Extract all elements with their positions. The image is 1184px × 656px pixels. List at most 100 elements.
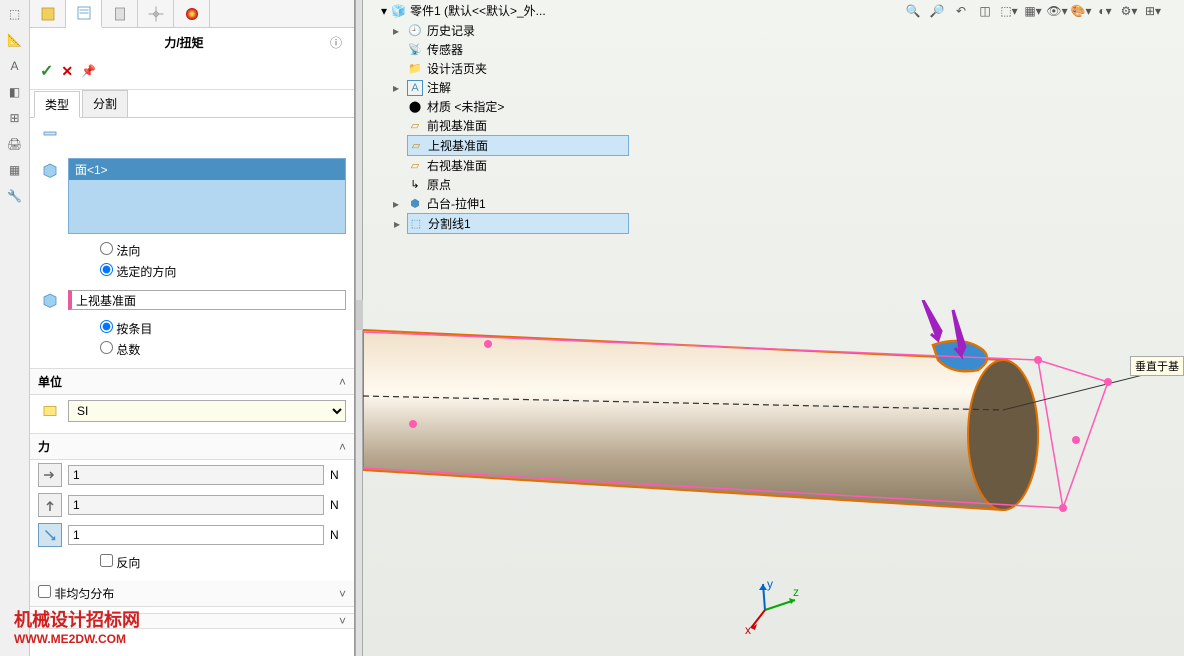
tree-annotations[interactable]: ▸A注解 — [407, 78, 629, 97]
cancel-button[interactable]: ✕ — [61, 63, 73, 80]
plane-icon: ▱ — [408, 138, 424, 154]
tree-front-plane[interactable]: ▱前视基准面 — [407, 116, 629, 135]
expand-arrow-icon[interactable]: ▸ — [394, 217, 404, 231]
material-icon: ⬤ — [407, 99, 423, 115]
force-x-icon[interactable] — [38, 463, 62, 487]
tree-root[interactable]: ▾ 🧊 零件1 (默认<<默认>_外... — [379, 0, 629, 21]
sensor-icon: 📡 — [407, 42, 423, 58]
panel-body: 面<1> 法向 选定的方向 按条目 总数 单位 ˄ SI 力 ˄ — [30, 118, 354, 656]
display-style-icon[interactable]: ▦▾ — [1022, 0, 1044, 22]
tab-feature-tree[interactable] — [30, 0, 66, 28]
tb-btn-2[interactable]: 📐 — [1, 28, 29, 52]
tree-origin[interactable]: ↳原点 — [407, 175, 629, 194]
tb-btn-4[interactable]: ◧ — [1, 80, 29, 104]
part-icon: 🧊 — [391, 4, 406, 18]
face-select-icon[interactable] — [38, 158, 62, 182]
tb-btn-3[interactable]: A — [1, 54, 29, 78]
force-unit-label: N — [330, 528, 346, 542]
tree-sensors[interactable]: 📡传感器 — [407, 40, 629, 59]
extrude-icon: ⬢ — [407, 196, 423, 212]
pin-button[interactable]: 📌 — [81, 64, 96, 78]
zoom-area-icon[interactable]: 🔎 — [926, 0, 948, 22]
tree-right-plane[interactable]: ▱右视基准面 — [407, 156, 629, 175]
panel-actions: ✓ ✕ 📌 — [30, 57, 354, 90]
force-x-input[interactable] — [68, 465, 324, 485]
triad-icon[interactable]: z x y — [743, 580, 803, 640]
svg-text:x: x — [745, 623, 751, 637]
plane-icon: ▱ — [407, 158, 423, 174]
non-uniform-header[interactable]: 非均匀分布 ˅ — [30, 581, 354, 607]
view-settings-icon[interactable]: ⚙▾ — [1118, 0, 1140, 22]
unit-section-header[interactable]: 单位 ˄ — [30, 368, 354, 395]
help-icon[interactable]: ⓘ — [330, 34, 342, 51]
direction-plane-input[interactable] — [68, 290, 346, 310]
tree-top-plane[interactable]: ▱上视基准面 — [407, 135, 629, 156]
force-section-header[interactable]: 力 ˄ — [30, 433, 354, 460]
radio-selected-dir[interactable]: 选定的方向 — [100, 261, 346, 282]
hide-show-icon[interactable]: 👁▾ — [1046, 0, 1068, 22]
origin-icon: ↳ — [407, 177, 423, 193]
tree-extrude[interactable]: ▸⬢凸台-拉伸1 — [407, 194, 629, 213]
force-z-icon[interactable] — [38, 523, 62, 547]
direction-ref-icon[interactable] — [38, 288, 62, 312]
annotation-icon: A — [407, 80, 423, 96]
tab-dimxpert[interactable] — [138, 0, 174, 28]
model-cylinder[interactable] — [363, 300, 1183, 560]
expand-arrow-icon[interactable]: ▸ — [393, 197, 403, 211]
view-layout-icon[interactable]: ⊞▾ — [1142, 0, 1164, 22]
watermark: 机械设计招标网 WWW.ME2DW.COM — [14, 606, 140, 646]
face-item[interactable]: 面<1> — [69, 159, 345, 180]
radio-total[interactable]: 总数 — [100, 339, 346, 360]
chevron-up-icon: ˄ — [339, 375, 346, 389]
section-view-icon[interactable]: ◫ — [974, 0, 996, 22]
non-uniform-checkbox[interactable] — [38, 585, 51, 598]
force-z-input[interactable] — [68, 525, 324, 545]
chevron-down-icon: ˅ — [339, 587, 346, 601]
tb-btn-1[interactable]: ⬚ — [1, 2, 29, 26]
appearance-icon[interactable]: 🎨▾ — [1070, 0, 1092, 22]
tab-config-mgr[interactable] — [102, 0, 138, 28]
tab-display-mgr[interactable] — [174, 0, 210, 28]
tab-split[interactable]: 分割 — [82, 90, 128, 117]
tb-btn-8[interactable]: 🔧 — [1, 184, 29, 208]
tree-history[interactable]: ▸🕘历史记录 — [407, 21, 629, 40]
tab-type[interactable]: 类型 — [34, 91, 80, 118]
left-toolbar: ⬚ 📐 A ◧ ⊞ 🖨 ▦ 🔧 — [0, 0, 30, 656]
direction-radio-group: 法向 选定的方向 — [30, 238, 354, 284]
force-y-icon[interactable] — [38, 493, 62, 517]
panel-splitter[interactable] — [355, 0, 363, 656]
tree-material[interactable]: ⬤材质 <未指定> — [407, 97, 629, 116]
tb-btn-6[interactable]: 🖨 — [1, 132, 29, 156]
viewport-3d[interactable]: 🔍 🔎 ↶ ◫ ⬚▾ ▦▾ 👁▾ 🎨▾ ◐▾ ⚙▾ ⊞▾ ▾ 🧊 零件1 (默认… — [363, 0, 1184, 656]
tb-btn-5[interactable]: ⊞ — [1, 106, 29, 130]
flyout-feature-tree: ▾ 🧊 零件1 (默认<<默认>_外... ▸🕘历史记录 📡传感器 📁设计活页夹… — [379, 0, 629, 234]
tree-folder[interactable]: 📁设计活页夹 — [407, 59, 629, 78]
folder-icon: 📁 — [407, 61, 423, 77]
force-unit-label: N — [330, 468, 346, 482]
unit-select[interactable]: SI — [68, 400, 346, 422]
prev-view-icon[interactable]: ↶ — [950, 0, 972, 22]
panel-title: 力/扭矩 — [38, 34, 330, 51]
expand-arrow-icon[interactable]: ▾ — [381, 4, 387, 18]
force-type-icon[interactable] — [38, 126, 62, 150]
perp-label: 垂直于基 — [1130, 356, 1184, 376]
force-y-input[interactable] — [68, 495, 324, 515]
tb-btn-7[interactable]: ▦ — [1, 158, 29, 182]
face-selection-list[interactable]: 面<1> — [68, 158, 346, 234]
panel-title-row: 力/扭矩 ⓘ — [30, 28, 354, 57]
svg-text:z: z — [793, 585, 799, 599]
tree-split-line[interactable]: ▸⬚分割线1 — [407, 213, 629, 234]
ok-button[interactable]: ✓ — [40, 61, 53, 81]
tab-property-mgr[interactable] — [66, 0, 102, 28]
distribution-radio-group: 按条目 总数 — [30, 316, 354, 362]
expand-arrow-icon[interactable]: ▸ — [393, 81, 403, 95]
radio-per-item[interactable]: 按条目 — [100, 318, 346, 339]
radio-normal[interactable]: 法向 — [100, 240, 346, 261]
expand-arrow-icon[interactable]: ▸ — [393, 24, 403, 38]
reverse-checkbox[interactable]: 反向 — [100, 556, 140, 570]
scene-icon[interactable]: ◐▾ — [1094, 0, 1116, 22]
unit-icon — [38, 399, 62, 423]
view-orient-icon[interactable]: ⬚▾ — [998, 0, 1020, 22]
split-line-icon: ⬚ — [408, 216, 424, 232]
zoom-fit-icon[interactable]: 🔍 — [902, 0, 924, 22]
